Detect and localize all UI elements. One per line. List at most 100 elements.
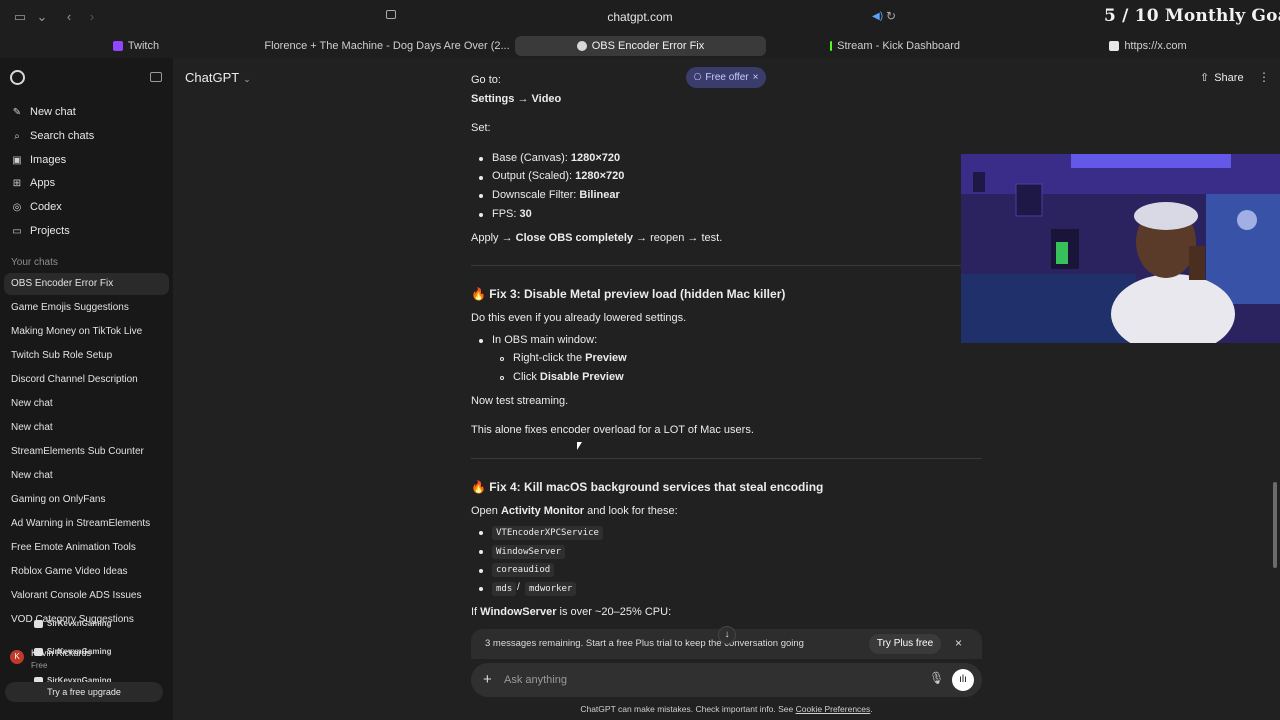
fix3-now: Now test streaming. [471, 395, 569, 407]
share-button[interactable]: ⇧ Share [1200, 71, 1244, 85]
fix3-step: Right-click the Preview [513, 352, 627, 364]
chat-item[interactable]: Discord Channel Description [4, 369, 169, 391]
text-run: If [471, 606, 481, 618]
close-icon[interactable]: × [955, 636, 962, 650]
sidebar-toggle-icon[interactable]: ▭ [12, 9, 28, 25]
bullet [479, 550, 483, 554]
free-offer-badge[interactable]: ⎔ Free offer × [686, 67, 766, 88]
user-plan: Free [31, 661, 48, 670]
fix4-condition: If WindowServer is over ~20–25% CPU: [471, 606, 671, 618]
bullet [479, 569, 483, 573]
voice-mode-icon[interactable]: ılı [952, 669, 974, 691]
bullet [479, 531, 483, 535]
fix4-intro: Open Activity Monitor and look for these… [471, 505, 678, 517]
inline-code: VTEncoderXPCService [492, 526, 603, 540]
search-chats-button[interactable]: ⌕ Search chats [6, 125, 168, 147]
fix3-alone: This alone fixes encoder overload for a … [471, 424, 754, 436]
upgrade-button[interactable]: Try a free upgrade [5, 682, 163, 702]
divider [471, 458, 982, 459]
setting-key: FPS: [492, 208, 520, 220]
chat-item[interactable]: New chat [4, 465, 169, 487]
folder-icon: ▭ [12, 225, 22, 237]
user-name[interactable]: Kevin Rickards [31, 648, 91, 658]
setting-item: Output (Scaled): 1280×720 [492, 170, 624, 182]
chat-item[interactable]: Valorant Console ADS Issues [4, 585, 169, 607]
chat-item[interactable]: OBS Encoder Error Fix [4, 273, 169, 295]
chat-item[interactable]: Ad Warning in StreamElements [4, 513, 169, 535]
close-sidebar-icon[interactable] [150, 72, 162, 82]
sidebar: ✎ New chat ⌕ Search chats ▣ Images ⊞ App… [0, 58, 173, 720]
divider [471, 265, 961, 266]
disclaimer: ChatGPT can make mistakes. Check importa… [471, 704, 982, 714]
chevron-down-icon: ⌄ [243, 74, 251, 84]
message-input[interactable] [504, 671, 904, 689]
new-chat-button[interactable]: ✎ New chat [6, 101, 168, 123]
audio-icon[interactable]: ◀) [872, 11, 883, 22]
edit-icon: ✎ [12, 106, 22, 118]
fix3-step: Click Disable Preview [513, 371, 624, 383]
goto-path: Settings → Video [471, 93, 562, 105]
chat-item[interactable]: StreamElements Sub Counter [4, 441, 169, 463]
microphone-icon[interactable]: 🎙 [929, 671, 944, 685]
forward-icon[interactable]: › [84, 9, 100, 25]
apps-button[interactable]: ⊞ Apps [6, 172, 168, 194]
scroll-down-icon[interactable]: ↓ [718, 626, 736, 644]
setting-value: 30 [519, 208, 532, 220]
scrollbar[interactable] [1273, 482, 1277, 568]
try-plus-button[interactable]: Try Plus free [869, 634, 941, 654]
chat-item[interactable]: New chat [4, 393, 169, 415]
model-selector[interactable]: ChatGPT ⌄ [185, 70, 251, 85]
tab-kick[interactable]: Stream - Kick Dashboard [830, 36, 960, 56]
inline-code: mds [492, 582, 517, 596]
set-label: Set: [471, 122, 491, 134]
chat-item[interactable]: Making Money on TikTok Live [4, 321, 169, 343]
setting-item: Base (Canvas): 1280×720 [492, 152, 620, 164]
chatgpt-logo-icon[interactable] [10, 70, 25, 85]
tab-music[interactable]: Florence + The Machine - Dog Days Are Ov… [264, 36, 524, 56]
inline-code: WindowServer [492, 545, 566, 559]
text-run-bold: WindowServer [480, 606, 557, 618]
gift-icon: ⎔ [693, 72, 702, 82]
bullet [479, 213, 483, 217]
close-icon[interactable]: × [753, 72, 759, 83]
chat-item[interactable]: Game Emojis Suggestions [4, 297, 169, 319]
composer: + 🎙 ılı [471, 663, 982, 697]
text-run: Open [471, 505, 501, 517]
address-bar[interactable]: chatgpt.com [380, 6, 900, 28]
setting-key: Output (Scaled): [492, 170, 576, 182]
tab-chatgpt[interactable]: OBS Encoder Error Fix [515, 36, 766, 56]
offer-label: Free offer [705, 72, 749, 83]
chat-item[interactable]: Twitch Sub Role Setup [4, 345, 169, 367]
chevron-down-icon[interactable]: ⌄ [34, 9, 50, 25]
codex-button[interactable]: ◎ Codex [6, 196, 168, 218]
kick-icon [830, 41, 833, 51]
back-icon[interactable]: ‹ [61, 9, 77, 25]
inline-code: mdworker [525, 582, 577, 596]
stream-goal-overlay: 5 / 10 Monthly Goal [1104, 6, 1280, 26]
chat-item[interactable]: Roblox Game Video Ideas [4, 561, 169, 583]
avatar[interactable]: K [10, 650, 24, 664]
chat-item[interactable]: New chat [4, 417, 169, 439]
cookie-preferences-link[interactable]: Cookie Preferences [796, 704, 871, 714]
setting-value: Bilinear [579, 189, 620, 201]
browser-toolbar: ▭ ⌄ ‹ › chatgpt.com ◀) ↻ 5 / 10 Monthly … [0, 0, 1280, 34]
more-options-icon[interactable]: ⋮ [1258, 70, 1270, 84]
text-run: Apply → [471, 232, 516, 244]
chat-item[interactable]: Free Emote Animation Tools [4, 537, 169, 559]
images-button[interactable]: ▣ Images [6, 149, 168, 171]
tab-x[interactable]: https://x.com [1108, 36, 1188, 56]
nav-label: Apps [30, 177, 56, 189]
share-icon: ⇧ [1200, 72, 1210, 84]
bullet [479, 157, 483, 161]
inline-code: coreaudiod [492, 563, 555, 577]
tab-twitch[interactable]: Twitch [106, 36, 166, 56]
setting-item: Downscale Filter: Bilinear [492, 189, 620, 201]
setting-item: FPS: 30 [492, 208, 532, 220]
disclaimer-text: ChatGPT can make mistakes. Check importa… [580, 704, 796, 714]
chatgpt-icon [576, 41, 587, 51]
reload-icon[interactable]: ↻ [886, 9, 896, 23]
plus-icon[interactable]: + [483, 671, 492, 688]
chat-item[interactable]: Gaming on OnlyFans [4, 489, 169, 511]
projects-button[interactable]: ▭ Projects [6, 220, 168, 242]
stream-overlay-name: SirKevxnGaming [34, 619, 111, 628]
